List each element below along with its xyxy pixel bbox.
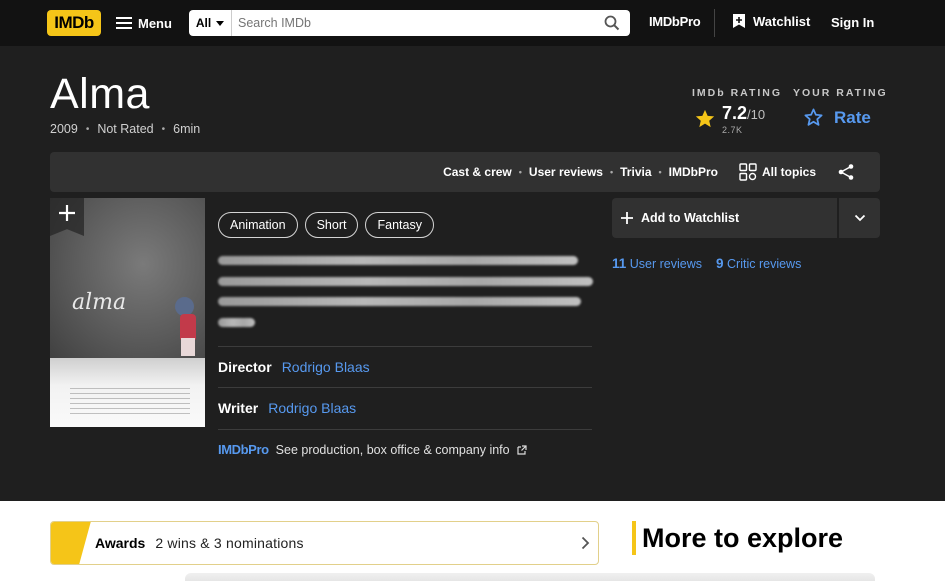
reviews-links: 11 User reviews 9 Critic reviews xyxy=(612,256,801,271)
poster-credits-block xyxy=(70,388,190,418)
rating-scale: /10 xyxy=(747,107,766,122)
subnav-link-imdbpro[interactable]: IMDbPro xyxy=(669,165,718,179)
title-meta: 2009 • Not Rated • 6min xyxy=(50,122,200,136)
rating-values: 7.2/10 2.7K xyxy=(722,103,765,135)
poster-image[interactable]: alma xyxy=(50,198,205,427)
separator-dot: • xyxy=(161,123,166,135)
search-input[interactable] xyxy=(232,11,594,35)
chevron-down-icon xyxy=(854,214,865,222)
top-nav: IMDb Menu All IMDbPro Watchlist Sign In xyxy=(0,0,945,46)
caret-down-icon xyxy=(216,20,225,26)
awards-card[interactable]: Awards 2 wins & 3 nominations xyxy=(50,521,599,565)
critic-reviews-count: 9 xyxy=(716,256,724,271)
imdb-rating-label: IMDb RATING xyxy=(692,87,783,99)
next-card-edge xyxy=(185,573,875,581)
director-link[interactable]: Rodrigo Blaas xyxy=(282,359,370,375)
add-to-watchlist-label: Add to Watchlist xyxy=(641,211,740,225)
awards-flag xyxy=(51,522,91,564)
star-outline-icon xyxy=(804,108,823,126)
writer-label: Writer xyxy=(218,400,259,416)
critic-reviews-link[interactable]: 9 Critic reviews xyxy=(716,256,801,271)
vote-count: 2.7K xyxy=(722,125,743,135)
hamburger-icon xyxy=(116,17,132,29)
nav-divider xyxy=(714,9,715,37)
writer-row: Writer Rodrigo Blaas xyxy=(218,387,592,428)
search-bar: All xyxy=(189,10,630,36)
poster-figure-legs xyxy=(181,338,195,356)
plus-icon xyxy=(621,212,633,224)
user-reviews-count: 11 xyxy=(612,256,627,271)
separator-dot: • xyxy=(609,167,614,177)
release-year[interactable]: 2009 xyxy=(50,122,78,136)
bookmark-plus-icon xyxy=(733,14,745,28)
imdb-logo[interactable]: IMDb xyxy=(47,10,101,36)
separator-dot: • xyxy=(85,123,90,135)
director-row: Director Rodrigo Blaas xyxy=(218,346,592,387)
poster-title-text: alma xyxy=(72,290,127,315)
awards-label: Awards xyxy=(95,535,146,551)
certificate[interactable]: Not Rated xyxy=(97,122,153,136)
search-icon[interactable] xyxy=(594,10,630,36)
rating-score: 7.2 xyxy=(722,103,748,123)
writer-link[interactable]: Rodrigo Blaas xyxy=(268,400,356,416)
all-topics-button[interactable]: All topics xyxy=(739,163,816,181)
menu-button[interactable]: Menu xyxy=(116,12,172,34)
imdbpro-logo: IMDbPro xyxy=(218,442,269,457)
sign-in-button[interactable]: Sign In xyxy=(831,15,874,30)
your-rating-label: YOUR RATING xyxy=(793,87,888,99)
genre-chips: Animation Short Fantasy xyxy=(218,212,434,238)
rate-button[interactable]: Rate xyxy=(803,107,871,128)
more-to-explore-heading: More to explore xyxy=(632,521,843,555)
separator-dot: • xyxy=(518,167,522,177)
plot-text-redacted xyxy=(218,277,593,286)
watchlist-button[interactable]: Watchlist xyxy=(732,13,810,29)
search-category-select[interactable]: All xyxy=(189,10,232,36)
all-topics-label: All topics xyxy=(762,165,817,179)
user-reviews-label: User reviews xyxy=(629,257,703,271)
genre-chip-animation[interactable]: Animation xyxy=(218,212,298,238)
critic-reviews-label: Critic reviews xyxy=(727,257,802,271)
rate-label: Rate xyxy=(834,107,871,127)
awards-text: 2 wins & 3 nominations xyxy=(155,535,304,551)
imdbpro-info-row[interactable]: IMDbPro See production, box office & com… xyxy=(218,429,592,469)
menu-label: Menu xyxy=(138,15,172,31)
director-label: Director xyxy=(218,359,272,375)
user-reviews-link[interactable]: 11 User reviews xyxy=(612,256,702,271)
search-category-label: All xyxy=(195,16,212,30)
grid-icon xyxy=(739,163,757,181)
poster-figure-body xyxy=(180,314,196,340)
subnav-link-user-reviews[interactable]: User reviews xyxy=(529,165,603,179)
plot-text-redacted xyxy=(218,256,578,265)
plus-icon xyxy=(59,205,75,221)
subnav-links: Cast & crew • User reviews • Trivia • IM… xyxy=(443,165,718,179)
runtime: 6min xyxy=(173,122,201,136)
plot-text-redacted xyxy=(218,318,255,327)
separator-dot: • xyxy=(658,167,662,177)
page-title: Alma xyxy=(50,70,150,118)
share-icon[interactable] xyxy=(837,163,855,186)
plot-text-redacted xyxy=(218,297,581,306)
genre-chip-short[interactable]: Short xyxy=(304,212,359,238)
chevron-right-icon xyxy=(581,536,590,550)
add-to-watchlist-button[interactable]: Add to Watchlist xyxy=(612,198,837,238)
subnav-link-cast-crew[interactable]: Cast & crew xyxy=(443,165,512,179)
external-link-icon xyxy=(517,444,527,455)
subnav-link-trivia[interactable]: Trivia xyxy=(620,165,651,179)
watchlist-label: Watchlist xyxy=(753,13,811,29)
imdbpro-link[interactable]: IMDbPro xyxy=(649,14,701,29)
imdbpro-info-text: See production, box office & company inf… xyxy=(275,442,510,457)
watchlist-options-button[interactable] xyxy=(839,198,880,238)
genre-chip-fantasy[interactable]: Fantasy xyxy=(365,212,434,238)
imdb-rating[interactable]: 7.2/10 2.7K xyxy=(694,103,765,135)
star-icon xyxy=(695,109,715,128)
title-subnav: Cast & crew • User reviews • Trivia • IM… xyxy=(50,152,880,192)
